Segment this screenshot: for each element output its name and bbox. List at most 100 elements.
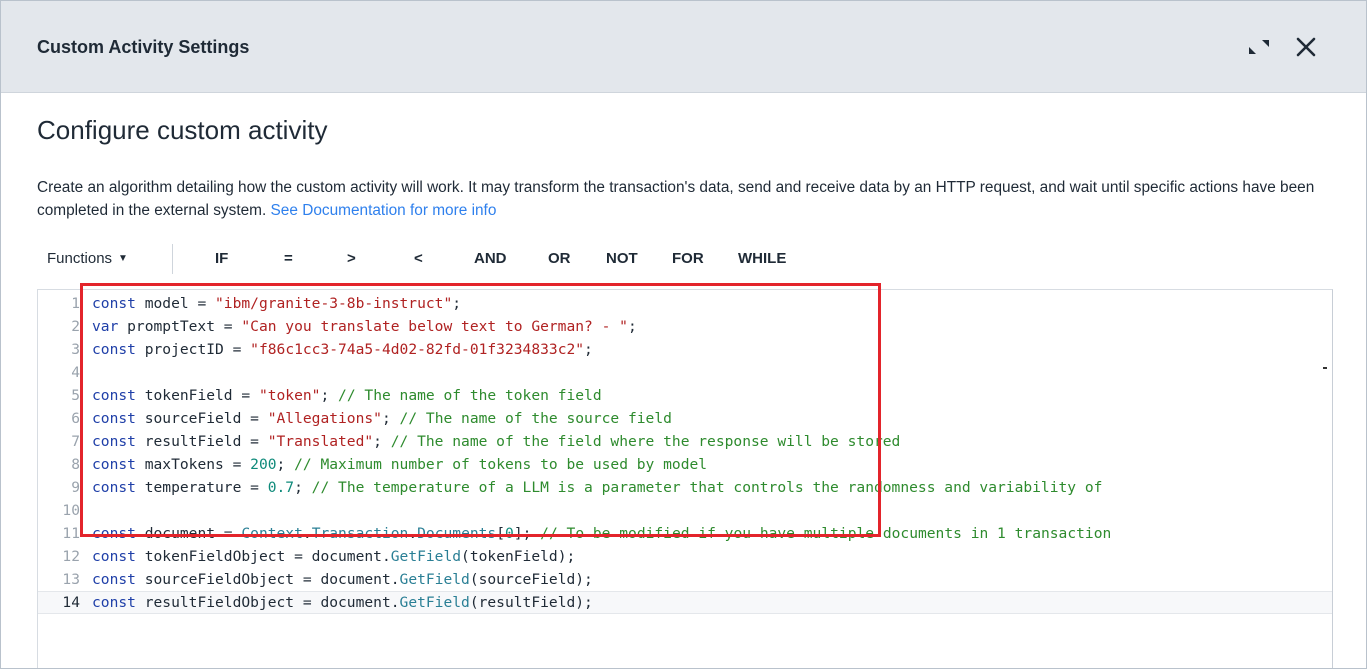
code-text: const tokenField = "token"; // The name … <box>92 384 602 407</box>
code-line[interactable]: 6 const sourceField = "Allegations"; // T… <box>38 407 1332 430</box>
code-line[interactable]: 4 <box>38 361 1332 384</box>
code-token: // The name of the field where the respo… <box>390 433 901 450</box>
code-token: model = <box>135 295 216 312</box>
code-text: const document = Context.Transaction.Doc… <box>92 522 1111 545</box>
code-token: GetField <box>399 594 470 611</box>
code-token: tokenFieldObject = document. <box>135 548 391 565</box>
code-token: const <box>92 387 136 404</box>
code-text: const resultFieldObject = document.GetFi… <box>92 592 593 613</box>
scrollbar-marker[interactable] <box>1323 367 1327 369</box>
expand-icon <box>1249 40 1269 54</box>
code-token: resultField = <box>135 433 268 450</box>
code-token: Transaction <box>311 525 409 542</box>
code-token: ; <box>381 410 400 427</box>
functions-label: Functions <box>47 250 113 267</box>
code-token: var <box>92 318 119 335</box>
code-token: // To be modified if you have multiple d… <box>540 525 1112 542</box>
close-button[interactable] <box>1290 31 1322 63</box>
code-line[interactable]: 12 const tokenFieldObject = document.GetF… <box>38 545 1332 568</box>
code-line[interactable]: 1 const model = "ibm/granite-3-8b-instruc… <box>38 292 1332 315</box>
code-token: document = <box>135 525 242 542</box>
section-title: Configure custom activity <box>37 115 328 145</box>
code-token: ; <box>294 479 312 496</box>
code-token: GetField <box>399 571 470 588</box>
code-token: sourceField = <box>135 410 268 427</box>
code-line[interactable]: 5 const tokenField = "token"; // The name… <box>38 384 1332 407</box>
line-number: 1 <box>71 295 80 312</box>
code-text: const maxTokens = 200; // Maximum number… <box>92 453 707 476</box>
line-number: 4 <box>71 364 80 381</box>
greater-than-operator-button[interactable]: > <box>347 250 356 267</box>
dialog-header: Custom Activity Settings <box>1 1 1366 93</box>
and-operator-button[interactable]: AND <box>474 250 507 267</box>
code-token: ; <box>320 387 339 404</box>
expand-button[interactable] <box>1243 31 1275 63</box>
code-token: (sourceField); <box>469 571 593 588</box>
code-token: "Translated" <box>267 433 374 450</box>
code-line[interactable]: 2 var promptText = "Can you translate bel… <box>38 315 1332 338</box>
code-token: const <box>92 410 136 427</box>
code-token: (tokenField); <box>461 548 576 565</box>
for-operator-button[interactable]: FOR <box>672 250 704 267</box>
line-number: 7 <box>71 433 80 450</box>
code-text: const model = "ibm/granite-3-8b-instruct… <box>92 292 461 315</box>
functions-dropdown[interactable]: Functions ▼ <box>47 250 128 267</box>
line-number: 9 <box>71 479 80 496</box>
code-token: const <box>92 479 136 496</box>
description-text: Create an algorithm detailing how the cu… <box>37 179 1315 219</box>
code-text: const sourceFieldObject = document.GetFi… <box>92 568 593 591</box>
not-operator-button[interactable]: NOT <box>606 250 638 267</box>
code-token: // The temperature of a LLM is a paramet… <box>311 479 1103 496</box>
code-token: // The name of the source field <box>399 410 672 427</box>
code-token: promptText = <box>118 318 242 335</box>
code-text: const temperature = 0.7; // The temperat… <box>92 476 1102 499</box>
code-line[interactable]: 8 const maxTokens = 200; // Maximum numbe… <box>38 453 1332 476</box>
code-line[interactable]: 9 const temperature = 0.7; // The tempera… <box>38 476 1332 499</box>
code-token: GetField <box>390 548 462 565</box>
if-operator-button[interactable]: IF <box>215 250 228 267</box>
line-number: 13 <box>62 571 80 588</box>
code-token: ; <box>276 456 295 473</box>
code-token: const <box>92 341 136 358</box>
code-token: "Can you translate below text to German?… <box>241 318 628 335</box>
code-token: 0 <box>505 525 514 542</box>
while-operator-button[interactable]: WHILE <box>738 250 786 267</box>
code-token: [ <box>496 525 506 542</box>
code-line[interactable]: 13 const sourceFieldObject = document.Get… <box>38 568 1332 591</box>
code-line[interactable]: 3 const projectID = "f86c1cc3-74a5-4d02-8… <box>38 338 1332 361</box>
equals-operator-button[interactable]: = <box>284 250 293 267</box>
line-number: 3 <box>71 341 80 358</box>
line-number: 11 <box>62 525 80 542</box>
code-token: ; <box>627 318 637 335</box>
code-text: const sourceField = "Allegations"; // Th… <box>92 407 672 430</box>
or-operator-button[interactable]: OR <box>548 250 571 267</box>
code-token: ; <box>373 433 391 450</box>
dialog-title: Custom Activity Settings <box>37 37 250 57</box>
editor-toolbar: Functions ▼ IF = > < AND OR NOT FOR WHILE <box>47 244 1327 276</box>
documentation-link[interactable]: See Documentation for more info <box>271 202 497 219</box>
code-line[interactable]: 11 const document = Context.Transaction.D… <box>38 522 1332 545</box>
code-line[interactable]: 14 const resultFieldObject = document.Get… <box>38 591 1332 614</box>
line-number: 10 <box>62 502 80 519</box>
code-token: const <box>92 571 136 588</box>
code-text: const resultField = "Translated"; // The… <box>92 430 900 453</box>
custom-activity-dialog: Custom Activity Settings Configure custo… <box>0 0 1367 669</box>
code-token: const <box>92 525 136 542</box>
code-token: temperature = <box>135 479 268 496</box>
code-editor[interactable]: 1 const model = "ibm/granite-3-8b-instruc… <box>37 289 1333 668</box>
less-than-operator-button[interactable]: < <box>414 250 423 267</box>
code-token: // Maximum number of tokens to be used b… <box>294 456 708 473</box>
code-token: const <box>92 433 136 450</box>
line-number: 5 <box>71 387 80 404</box>
code-text: const tokenFieldObject = document.GetFie… <box>92 545 575 568</box>
line-number: 2 <box>71 318 80 335</box>
code-line[interactable]: 10 <box>38 499 1332 522</box>
code-token: const <box>92 456 136 473</box>
code-token: // The name of the token field <box>338 387 602 404</box>
code-token: ; <box>584 341 593 358</box>
line-number: 6 <box>71 410 80 427</box>
code-line[interactable]: 7 const resultField = "Translated"; // Th… <box>38 430 1332 453</box>
code-token: tokenField = <box>135 387 259 404</box>
section-description: Create an algorithm detailing how the cu… <box>37 176 1337 222</box>
code-token: const <box>92 594 136 611</box>
